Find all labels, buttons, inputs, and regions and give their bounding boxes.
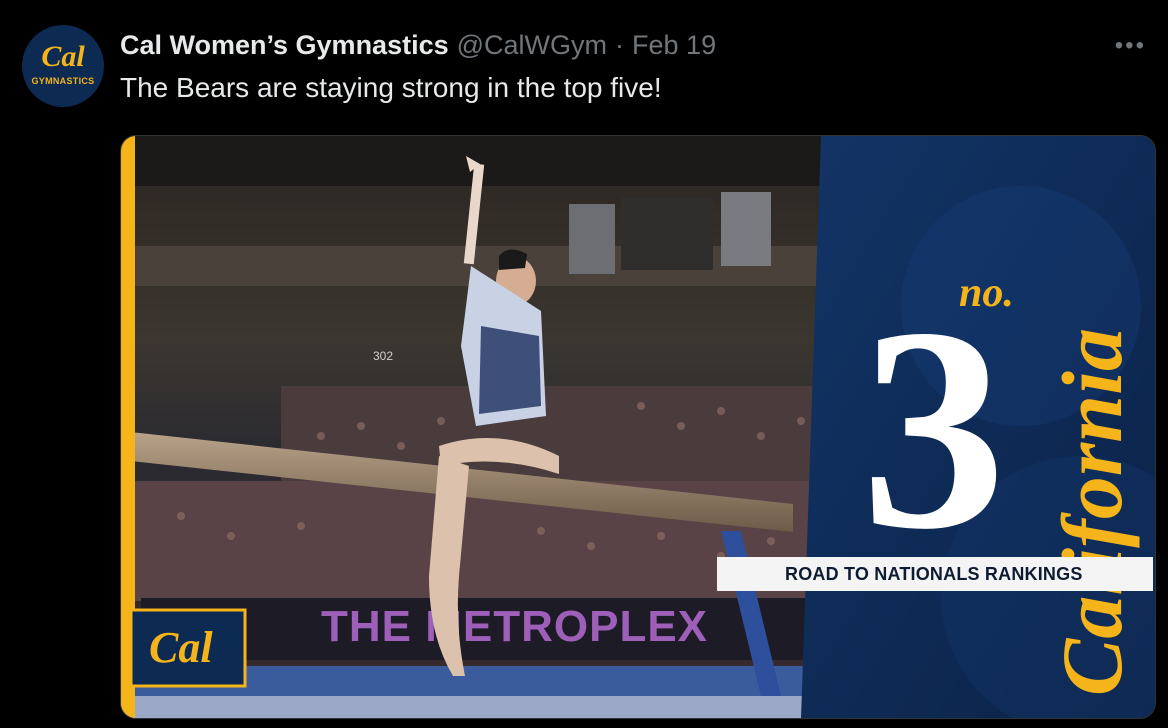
avatar-logo-text: Cal — [41, 40, 85, 73]
tweet-date[interactable]: Feb 19 — [632, 30, 716, 61]
tweet-media-image[interactable]: THE METROPLEX 302 Cal California no. 3 R… — [120, 135, 1156, 719]
more-horizontal-icon[interactable]: ••• — [1115, 32, 1146, 60]
banner-text: THE METROPLEX — [321, 602, 708, 651]
ranking-graphic: THE METROPLEX 302 Cal California no. 3 — [121, 136, 1155, 718]
avatar[interactable]: Cal GYMNASTICS — [22, 25, 104, 107]
scoreboard-panel — [721, 192, 771, 266]
display-name[interactable]: Cal Women’s Gymnastics — [120, 30, 449, 61]
section-number: 302 — [373, 349, 393, 363]
rank-label: ROAD TO NATIONALS RANKINGS — [717, 557, 1153, 591]
user-handle[interactable]: @CalWGym — [457, 30, 607, 61]
scoreboard-panel — [569, 204, 615, 274]
script-word: California — [1044, 328, 1140, 696]
avatar-sub-text: GYMNASTICS — [31, 76, 95, 86]
tweet-text: The Bears are staying strong in the top … — [120, 72, 662, 103]
rank-number: 3 — [861, 268, 1006, 589]
separator-dot: · — [615, 30, 625, 60]
corner-logo-text: Cal — [149, 623, 213, 672]
tweet-header: Cal Women’s Gymnastics @CalWGym · Feb 19 — [120, 30, 716, 62]
